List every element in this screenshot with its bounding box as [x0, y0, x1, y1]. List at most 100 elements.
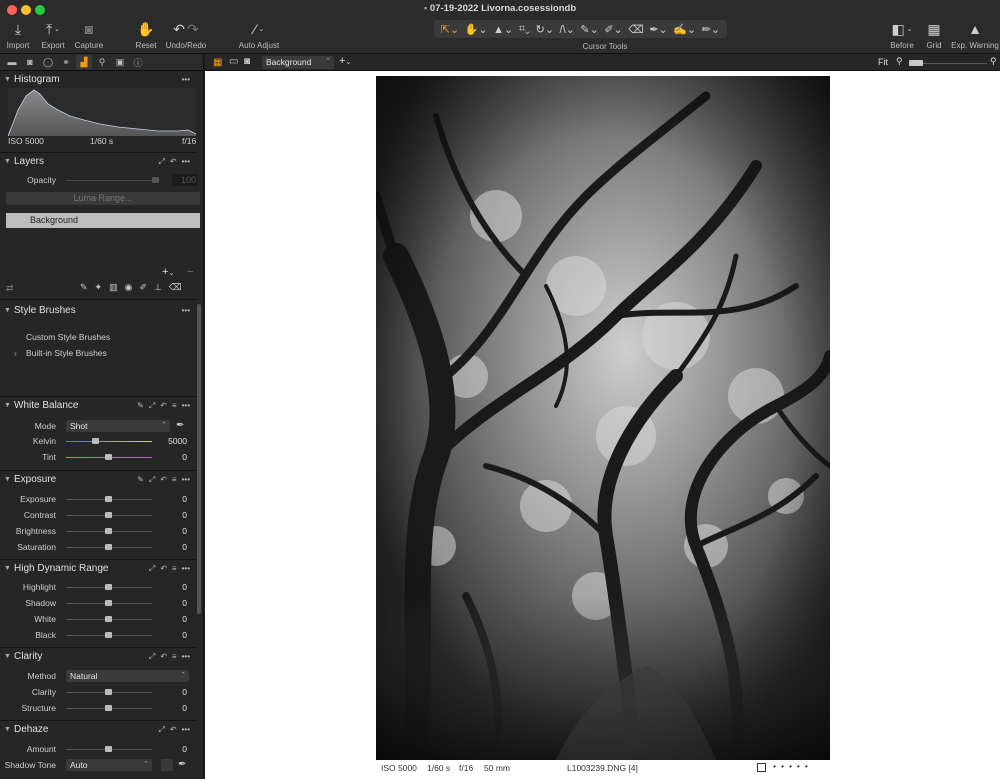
metadata-tab-icon[interactable]: ⓘ — [130, 55, 146, 69]
shadow-value[interactable]: 0 — [161, 598, 187, 608]
magic-brush-icon[interactable]: ✦ — [95, 282, 103, 293]
black-value[interactable]: 0 — [161, 630, 187, 640]
grid-view-icon[interactable]: ▦ — [213, 57, 222, 68]
shadow-slider[interactable] — [66, 600, 152, 606]
tint-knob[interactable] — [105, 454, 112, 460]
color-picker-icon[interactable]: ✒⌄ — [649, 23, 667, 36]
select-cursor-icon[interactable]: ⇱⌄ — [441, 23, 459, 36]
grid-button[interactable]: ▦ Grid — [922, 20, 946, 51]
black-slider[interactable] — [66, 632, 152, 638]
brightness-slider[interactable] — [66, 528, 152, 534]
menu-icon[interactable]: ≡ — [172, 401, 177, 411]
swap-icon[interactable]: ⇄ — [6, 283, 14, 294]
slider-knob[interactable] — [105, 528, 112, 534]
slider-knob[interactable] — [105, 584, 112, 590]
picker-icon[interactable]: ✎ — [137, 401, 144, 411]
reset-icon[interactable]: ↶ — [170, 157, 177, 167]
eraser-icon[interactable]: ⌫ — [628, 23, 644, 36]
slider-knob[interactable] — [105, 544, 112, 550]
auto-adjust-button[interactable]: ⁄ ⌄ Auto Adjust — [234, 20, 284, 50]
dehaze-amount-value[interactable]: 0 — [161, 744, 187, 754]
before-button[interactable]: ◧ ⌄ Before — [886, 20, 918, 51]
slider-knob[interactable] — [105, 705, 112, 711]
add-layer-icon[interactable]: +⌄ — [339, 55, 351, 67]
zoom-icon[interactable]: ⚲ — [896, 56, 903, 67]
library-tab-icon[interactable]: ▬ — [4, 55, 20, 69]
reset-icon[interactable]: ↶ — [170, 725, 177, 735]
background-layer-row[interactable]: Background — [6, 213, 200, 228]
export-button[interactable]: ⤒ ⌄ Export — [38, 20, 68, 51]
zoom-knob[interactable] — [909, 60, 923, 66]
builtin-style-brushes-item[interactable]: Built-in Style Brushes — [26, 348, 107, 358]
photo[interactable] — [376, 76, 830, 760]
opacity-knob[interactable] — [152, 177, 159, 183]
slider-knob[interactable] — [105, 746, 112, 752]
zoom-fit-label[interactable]: Fit — [878, 57, 888, 67]
crop-icon[interactable]: ⌗⌄ — [519, 23, 530, 36]
capture-button[interactable]: ◙ Capture — [73, 20, 105, 50]
slider-knob[interactable] — [105, 616, 112, 622]
tools-scrollbar[interactable] — [197, 304, 201, 614]
expand-icon[interactable]: ⤢ — [149, 652, 155, 662]
exposure-value[interactable]: 0 — [161, 494, 187, 504]
reset-icon[interactable]: ↶ — [160, 401, 167, 411]
menu-icon[interactable]: ≡ — [172, 564, 177, 574]
pan-hand-icon[interactable]: ✋⌄ — [465, 23, 488, 36]
slider-knob[interactable] — [105, 689, 112, 695]
more-options-icon[interactable]: ••• — [182, 75, 190, 84]
adjustments-tab-icon[interactable]: ▣ — [112, 55, 128, 69]
contrast-value[interactable]: 0 — [161, 510, 187, 520]
shadow-tone-select[interactable]: Auto ⌃ — [66, 759, 152, 771]
linear-gradient-icon[interactable]: ▥ — [109, 282, 118, 293]
reset-icon[interactable]: ↶ — [160, 564, 167, 574]
exposure-slider[interactable] — [66, 496, 152, 502]
fill-icon[interactable]: ⊥ — [154, 282, 162, 293]
kelvin-value[interactable]: 5000 — [161, 436, 187, 446]
expand-icon[interactable]: ⤢ — [149, 564, 155, 574]
structure-value[interactable]: 0 — [161, 703, 187, 713]
tint-value[interactable]: 0 — [161, 452, 187, 462]
highlight-slider[interactable] — [66, 584, 152, 590]
kelvin-slider[interactable] — [66, 438, 152, 444]
clarity-method-select[interactable]: Natural ⌃ — [66, 670, 189, 682]
expand-icon[interactable]: ⤢ — [149, 475, 155, 485]
select-checkbox[interactable] — [757, 763, 766, 772]
add-layer-icon[interactable]: +⌄ — [162, 266, 174, 278]
custom-style-brushes-item[interactable]: Custom Style Brushes — [26, 332, 110, 342]
white-balance-header[interactable]: ▼ White Balance ✎ ⤢ ↶ ≡ ••• — [0, 397, 196, 414]
histogram-header[interactable]: ▼ Histogram ••• — [0, 71, 196, 88]
expand-icon[interactable]: ⤢ — [149, 401, 155, 411]
expand-chevron-icon[interactable]: › — [14, 348, 17, 358]
reset-button[interactable]: ✋ Reset — [133, 20, 159, 51]
reset-icon[interactable]: ↶ — [160, 652, 167, 662]
luma-range-button[interactable]: Luma Range... — [6, 192, 200, 205]
exposure-header[interactable]: ▼ Exposure ✎ ⤢ ↶ ≡ ••• — [0, 471, 196, 488]
import-button[interactable]: ⤓ Import — [4, 20, 32, 51]
more-options-icon[interactable]: ••• — [182, 564, 190, 574]
slider-knob[interactable] — [105, 496, 112, 502]
stamp-icon[interactable]: ▲⌄ — [493, 23, 513, 36]
radial-gradient-icon[interactable]: ◉ — [125, 282, 133, 293]
annotate-icon[interactable]: ✍⌄ — [673, 23, 696, 36]
opacity-value[interactable]: 100 — [172, 174, 198, 186]
saturation-slider[interactable] — [66, 544, 152, 550]
rotate-icon[interactable]: ↻⌄ — [536, 23, 554, 36]
white-value[interactable]: 0 — [161, 614, 187, 624]
opacity-slider[interactable] — [66, 177, 160, 183]
erase-mask-icon[interactable]: ⌫ — [169, 282, 182, 293]
eyedropper-icon[interactable]: ✒ — [176, 420, 184, 431]
pen-icon[interactable]: ✏⌄ — [702, 23, 720, 36]
exposure-warning-button[interactable]: ▲ Exp. Warning — [950, 20, 1000, 50]
color-tab-icon[interactable]: ⚭ — [58, 55, 74, 69]
tint-slider[interactable] — [66, 454, 152, 460]
zoom-in-icon[interactable]: ⚲ — [990, 56, 997, 67]
more-options-icon[interactable]: ••• — [182, 652, 190, 662]
lens-tab-icon[interactable]: ◯ — [40, 55, 56, 69]
menu-icon[interactable]: ≡ — [172, 475, 177, 485]
shadow-tone-color-swatch[interactable] — [161, 759, 173, 771]
single-view-icon[interactable]: ▭ — [229, 56, 238, 67]
eyedropper-icon[interactable]: ✒ — [178, 759, 186, 770]
capture-tab-icon[interactable]: ◙ — [22, 55, 38, 69]
zoom-slider[interactable] — [909, 60, 987, 66]
more-options-icon[interactable]: ••• — [182, 725, 190, 735]
